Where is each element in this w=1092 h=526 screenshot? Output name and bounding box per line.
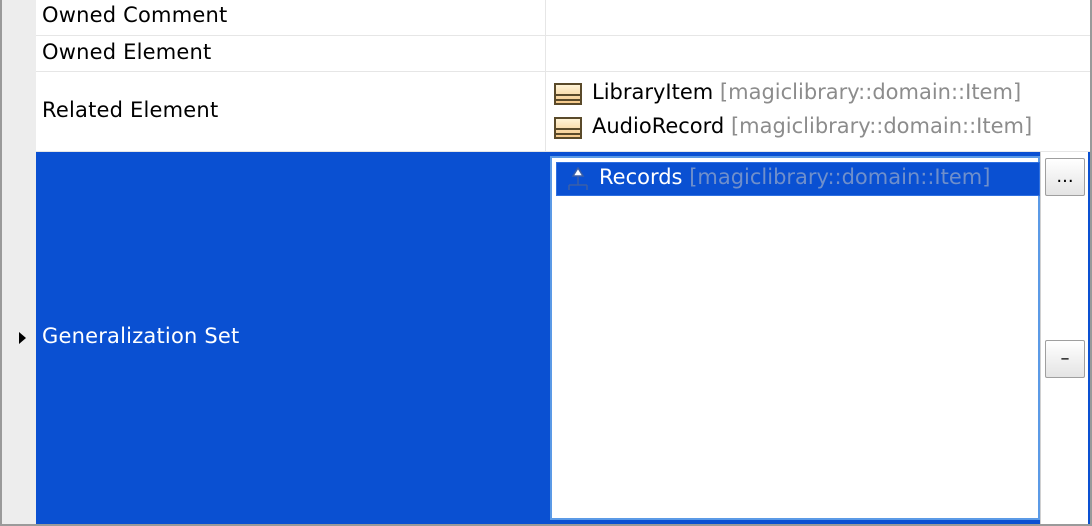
- property-name-cell[interactable]: Generalization Set: [36, 152, 546, 524]
- list-editor-buttons: ... –: [1040, 152, 1088, 524]
- property-value-cell[interactable]: [546, 0, 1090, 36]
- class-icon: [554, 83, 582, 105]
- property-name: Owned Comment: [42, 3, 228, 27]
- current-row-arrow-icon: [19, 332, 26, 344]
- property-name-cell[interactable]: Related Element: [36, 72, 546, 152]
- list-item-selected[interactable]: Records [magiclibrary::domain::Item]: [556, 162, 1040, 196]
- more-options-button[interactable]: ...: [1045, 158, 1085, 196]
- element-name: LibraryItem: [592, 80, 714, 104]
- class-icon: [554, 117, 582, 139]
- property-value-cell[interactable]: [546, 36, 1090, 72]
- property-row-related-element[interactable]: Related Element LibraryItem [magiclibrar…: [2, 72, 1090, 152]
- remove-button[interactable]: –: [1045, 340, 1085, 378]
- element-qualifier: [magiclibrary::domain::Item]: [719, 80, 1022, 104]
- property-value-cell[interactable]: LibraryItem [magiclibrary::domain::Item]…: [546, 72, 1090, 152]
- specification-property-table: Owned Comment Owned Element Related Elem…: [0, 0, 1092, 526]
- generalization-set-icon: [568, 167, 588, 190]
- element-qualifier: [magiclibrary::domain::Item]: [689, 165, 991, 189]
- current-row-marker: [2, 152, 36, 524]
- property-name: Owned Element: [42, 40, 212, 64]
- property-row-generalization-set[interactable]: Generalization Set Records [magiclibrary…: [2, 152, 1090, 524]
- element-qualifier: [magiclibrary::domain::Item]: [730, 114, 1033, 138]
- element-name: AudioRecord: [592, 114, 725, 138]
- element-name: Records: [599, 165, 683, 189]
- property-name-cell[interactable]: Owned Element: [36, 36, 546, 72]
- property-value-editor[interactable]: Records [magiclibrary::domain::Item] ...…: [546, 152, 1090, 524]
- property-row-owned-comment[interactable]: Owned Comment: [2, 0, 1090, 36]
- property-name: Generalization Set: [42, 324, 240, 348]
- property-row-owned-element[interactable]: Owned Element: [2, 36, 1090, 72]
- property-name: Related Element: [42, 98, 219, 122]
- generalization-set-list[interactable]: Records [magiclibrary::domain::Item]: [550, 156, 1040, 520]
- property-name-cell[interactable]: Owned Comment: [36, 0, 546, 36]
